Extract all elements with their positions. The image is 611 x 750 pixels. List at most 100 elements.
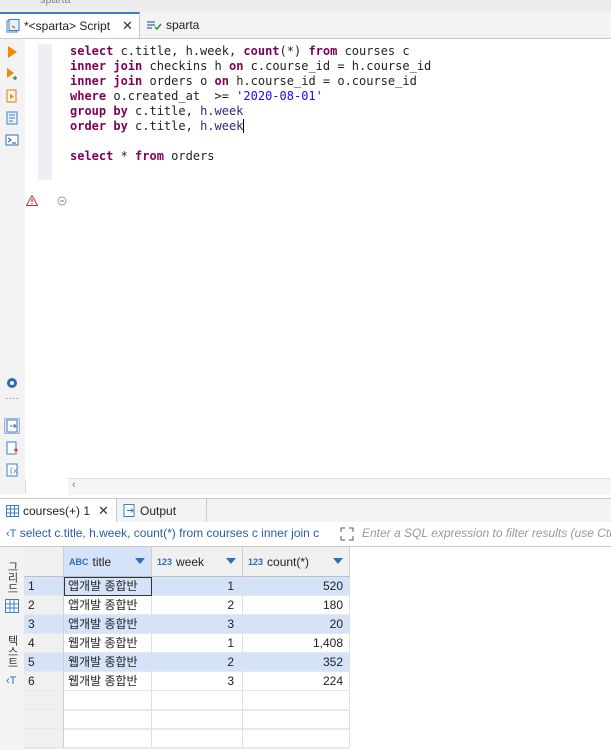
grid-table-icon bbox=[6, 504, 19, 517]
expand-icon[interactable] bbox=[340, 527, 354, 541]
cell-empty bbox=[243, 729, 350, 748]
cell-week[interactable]: 1 bbox=[152, 634, 243, 653]
scroll-left-icon[interactable]: ‹ bbox=[72, 479, 76, 491]
row-number[interactable]: 2 bbox=[24, 596, 64, 615]
script-icon bbox=[6, 19, 20, 33]
row-number-empty bbox=[24, 691, 64, 710]
tab-courses-result[interactable]: courses(+) 1 ✕ bbox=[0, 499, 117, 522]
column-header-week-label: week bbox=[176, 554, 205, 569]
cell-empty bbox=[243, 710, 350, 729]
more-dots-icon[interactable]: ···· bbox=[5, 394, 19, 409]
code-line-1[interactable]: select c.title, h.week, count(*) from co… bbox=[70, 44, 410, 59]
code-line-2[interactable]: inner join checkins h on c.course_id = h… bbox=[70, 59, 431, 74]
text-view-tab[interactable]: 텍스트 bbox=[4, 635, 20, 668]
column-header-count-label: count(*) bbox=[267, 554, 310, 569]
code-line-4[interactable]: where o.created_at >= '2020-08-01' bbox=[70, 89, 323, 104]
cell-empty bbox=[152, 710, 243, 729]
result-grid[interactable]: ABC title 123 week 123 count(*) 1 앱개발 종합… bbox=[24, 547, 611, 750]
row-number[interactable]: 4 bbox=[24, 634, 64, 653]
row-number[interactable]: 5 bbox=[24, 653, 64, 672]
numeric-type-icon: 123 bbox=[248, 556, 264, 567]
numeric-type-icon: 123 bbox=[157, 556, 173, 567]
cell-week[interactable]: 2 bbox=[152, 653, 243, 672]
variables-icon[interactable]: {x} bbox=[5, 463, 19, 477]
row-number[interactable]: 3 bbox=[24, 615, 64, 634]
terminal-icon[interactable] bbox=[5, 133, 19, 147]
editor-horizontal-scrollbar[interactable]: ‹ bbox=[68, 478, 611, 495]
execute-statement-icon[interactable] bbox=[5, 45, 19, 59]
cell-count[interactable]: 20 bbox=[243, 615, 350, 634]
cell-week[interactable]: 2 bbox=[152, 596, 243, 615]
query-text: ‹T select c.title, h.week, count(*) from… bbox=[6, 526, 334, 542]
cell-count[interactable]: 520 bbox=[243, 577, 350, 596]
close-icon[interactable]: ✕ bbox=[122, 18, 133, 34]
tab-sparta-label: sparta bbox=[166, 18, 200, 32]
empty-row bbox=[24, 710, 350, 730]
code-line-3[interactable]: inner join orders o on h.course_id = o.c… bbox=[70, 74, 417, 89]
statement-range-bar bbox=[38, 44, 52, 180]
sort-dropdown-icon[interactable] bbox=[333, 558, 343, 564]
cell-title[interactable]: 앱개발 종합반 bbox=[64, 577, 152, 596]
code-line-8[interactable]: select * from orders bbox=[70, 149, 215, 164]
column-header-title[interactable]: ABC title bbox=[64, 547, 152, 577]
cell-title[interactable]: 웹개발 종합반 bbox=[64, 672, 152, 691]
grid-view-icon[interactable] bbox=[5, 599, 19, 613]
sort-dropdown-icon[interactable] bbox=[226, 558, 236, 564]
column-header-count[interactable]: 123 count(*) bbox=[243, 547, 350, 577]
close-icon[interactable]: ✕ bbox=[98, 503, 109, 519]
empty-row bbox=[24, 729, 350, 749]
cell-count[interactable]: 180 bbox=[243, 596, 350, 615]
fold-collapse-icon[interactable] bbox=[57, 196, 67, 206]
table-row[interactable]: 1 앱개발 종합반 1 520 bbox=[24, 577, 350, 596]
cell-week[interactable]: 3 bbox=[152, 615, 243, 634]
cell-empty bbox=[152, 729, 243, 748]
tab-sparta[interactable]: sparta bbox=[140, 12, 210, 38]
filter-bar: ‹T select c.title, h.week, count(*) from… bbox=[0, 522, 611, 547]
table-row[interactable]: 4 웹개발 종합반 1 1,408 bbox=[24, 634, 350, 653]
row-number[interactable]: 1 bbox=[24, 577, 64, 596]
tab-script[interactable]: *<sparta> Script ✕ bbox=[0, 12, 140, 38]
cell-count[interactable]: 224 bbox=[243, 672, 350, 691]
cell-week[interactable]: 3 bbox=[152, 672, 243, 691]
code-line-6[interactable]: order by c.title, h.week bbox=[70, 119, 245, 134]
result-tab-bar: courses(+) 1 ✕ Output bbox=[0, 498, 611, 523]
result-view-switcher: 그리드 텍스트 ‹T bbox=[0, 547, 25, 750]
column-header-week[interactable]: 123 week bbox=[152, 547, 243, 577]
cell-title[interactable]: 앱개발 종합반 bbox=[64, 596, 152, 615]
filter-input[interactable]: Enter a SQL expression to filter results… bbox=[362, 526, 611, 542]
cell-week[interactable]: 1 bbox=[152, 577, 243, 596]
settings-gear-icon[interactable] bbox=[5, 376, 19, 390]
text-cursor-icon: ‹T bbox=[6, 528, 17, 540]
editor-toolbar: ···· {x} bbox=[0, 39, 26, 494]
table-row[interactable]: 3 앱개발 종합반 3 20 bbox=[24, 615, 350, 634]
grid-view-tab[interactable]: 그리드 bbox=[4, 561, 20, 594]
cell-empty bbox=[152, 691, 243, 710]
sql-editor[interactable]: select c.title, h.week, count(*) from co… bbox=[68, 39, 611, 479]
cell-count[interactable]: 352 bbox=[243, 653, 350, 672]
results-panel-icon[interactable] bbox=[4, 418, 20, 434]
cell-empty bbox=[64, 729, 152, 748]
tab-output[interactable]: Output bbox=[117, 499, 207, 522]
execute-script-icon[interactable] bbox=[5, 89, 19, 103]
cell-title[interactable]: 웹개발 종합반 bbox=[64, 634, 152, 653]
table-row[interactable]: 2 앱개발 종합반 2 180 bbox=[24, 596, 350, 615]
explain-plan-icon[interactable] bbox=[5, 111, 19, 125]
sort-dropdown-icon[interactable] bbox=[135, 558, 145, 564]
row-number-empty bbox=[24, 710, 64, 729]
cell-title[interactable]: 앱개발 종합반 bbox=[64, 615, 152, 634]
new-document-icon[interactable] bbox=[5, 441, 19, 455]
execute-in-new-tab-icon[interactable] bbox=[5, 67, 19, 81]
code-line-5[interactable]: group by c.title, h.week bbox=[70, 104, 243, 119]
cell-title[interactable]: 웹개발 종합반 bbox=[64, 653, 152, 672]
text-type-icon: ABC bbox=[69, 556, 89, 567]
text-view-icon[interactable]: ‹T bbox=[6, 675, 16, 687]
row-number-header bbox=[24, 547, 64, 577]
query-text-value: select c.title, h.week, count(*) from co… bbox=[19, 526, 320, 540]
warning-icon[interactable] bbox=[26, 195, 38, 206]
table-row[interactable]: 6 웹개발 종합반 3 224 bbox=[24, 672, 350, 691]
editor-tab-bar: *<sparta> Script ✕ sparta bbox=[0, 12, 611, 39]
cell-empty bbox=[64, 691, 152, 710]
table-row[interactable]: 5 웹개발 종합반 2 352 bbox=[24, 653, 350, 672]
cell-count[interactable]: 1,408 bbox=[243, 634, 350, 653]
row-number[interactable]: 6 bbox=[24, 672, 64, 691]
